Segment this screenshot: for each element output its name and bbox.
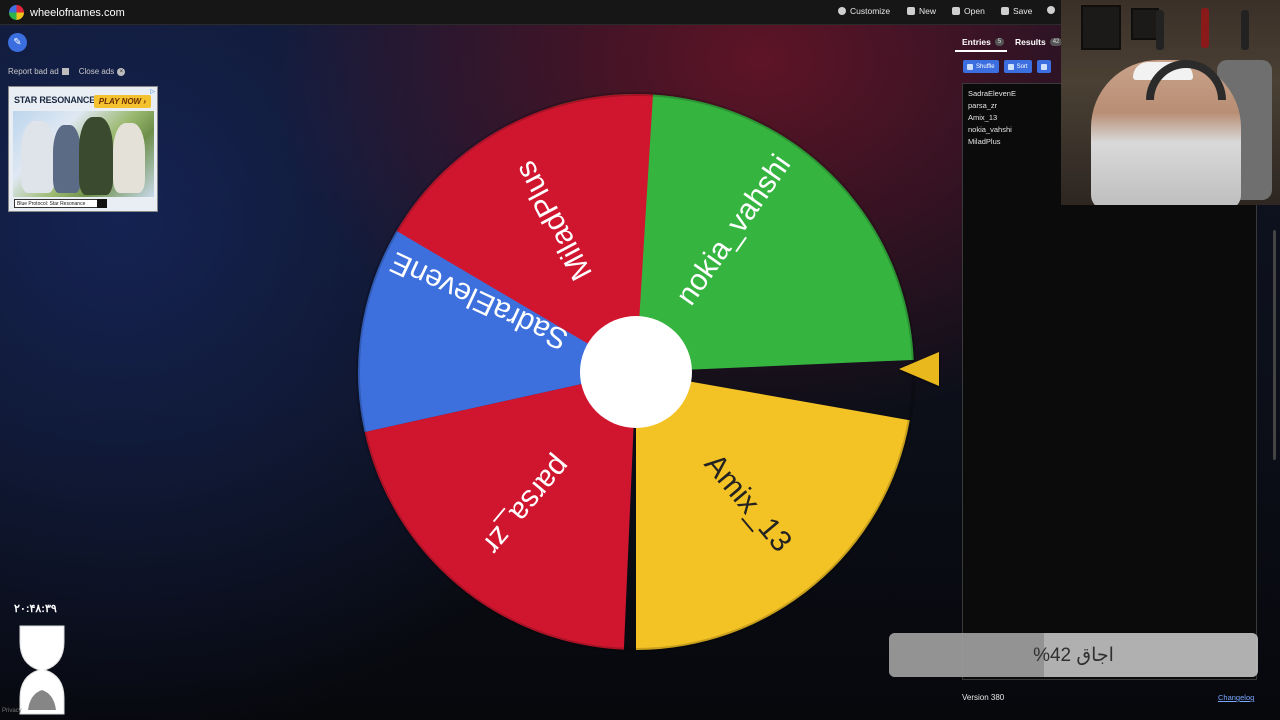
ad-links: Report bad ad Close ads × xyxy=(8,67,126,76)
shuffle-icon xyxy=(967,63,973,70)
tab-entries-label: Entries xyxy=(962,37,991,47)
customize-button[interactable]: Customize xyxy=(838,6,890,16)
site-name: wheelofnames.com xyxy=(30,6,125,19)
ad-info-icon[interactable]: ▷ xyxy=(150,88,155,95)
share-icon xyxy=(1047,6,1055,14)
flag-icon xyxy=(61,68,69,76)
new-label: New xyxy=(919,6,937,16)
ad-artwork xyxy=(13,111,154,197)
save-icon xyxy=(1001,7,1009,15)
tab-entries[interactable]: Entries 5 xyxy=(962,37,1005,47)
shuffle-button[interactable]: Shuffle xyxy=(963,60,999,73)
entries-toolbar: Shuffle Sort xyxy=(963,60,1051,73)
ad-caption: Blue Protocol: Star Resonance xyxy=(14,199,101,208)
progress-overlay: اجاق 42% xyxy=(889,633,1258,677)
close-icon: × xyxy=(117,67,126,76)
palette-icon xyxy=(838,7,846,15)
version-text: Version 380 xyxy=(962,693,1005,702)
active-tab-indicator xyxy=(955,50,1007,52)
wheel-pointer-icon xyxy=(899,352,939,386)
save-button[interactable]: Save xyxy=(1001,6,1032,16)
privacy-link[interactable]: Privacy xyxy=(2,708,22,714)
customize-label: Customize xyxy=(850,6,891,16)
wheel-svg[interactable]: SadraElevenEparsa_zr Amix_13nokia_vahshiM… xyxy=(356,92,916,652)
image-button[interactable] xyxy=(1036,60,1051,73)
webcam-overlay xyxy=(1061,0,1280,205)
brand[interactable]: wheelofnames.com xyxy=(9,5,125,20)
pencil-icon: ✎ xyxy=(13,37,22,48)
ad-banner[interactable]: STAR RESONANCE PLAY NOW › ▷ Blue Protoco… xyxy=(8,86,158,212)
edit-pencil-button[interactable]: ✎ xyxy=(8,33,27,52)
wheel[interactable]: SadraElevenE parsa_zr Amix_13 nokia_vahshi M… xyxy=(356,92,916,652)
file-icon xyxy=(907,7,915,15)
new-button[interactable]: New xyxy=(907,6,936,16)
changelog-link[interactable]: Changelog xyxy=(1218,693,1254,702)
sort-icon xyxy=(1007,63,1014,70)
open-button[interactable]: Open xyxy=(952,6,985,16)
shuffle-label: Shuffle xyxy=(976,63,995,70)
sort-button[interactable]: Sort xyxy=(1003,60,1032,73)
share-button[interactable] xyxy=(1047,6,1055,14)
ad-play-button[interactable]: PLAY NOW › xyxy=(93,95,151,108)
hourglass-icon xyxy=(19,625,65,715)
entries-count-badge: 5 xyxy=(994,38,1005,46)
progress-text: اجاق 42% xyxy=(1033,644,1114,666)
folder-icon xyxy=(952,7,960,15)
sort-label: Sort xyxy=(1016,63,1028,70)
image-icon xyxy=(1040,63,1047,70)
clock-text: ۲۰:۴۸:۳۹ xyxy=(14,603,57,615)
close-ads-link[interactable]: Close ads × xyxy=(79,67,126,76)
save-label: Save xyxy=(1013,6,1033,16)
panel-tabs: Entries 5 Results 42 xyxy=(955,30,1065,52)
tab-results-label: Results xyxy=(1015,37,1046,47)
search-icon xyxy=(97,199,107,208)
report-bad-ad-label: Report bad ad xyxy=(8,67,59,76)
open-label: Open xyxy=(964,6,985,16)
close-ads-label: Close ads xyxy=(78,67,115,76)
panel-scrollbar[interactable] xyxy=(1273,230,1276,460)
wheel-logo-icon xyxy=(9,5,24,20)
tab-results[interactable]: Results 42 xyxy=(1015,37,1063,47)
ad-title: STAR RESONANCE xyxy=(14,95,96,105)
wheel-center-hub[interactable] xyxy=(580,316,692,428)
report-bad-ad-link[interactable]: Report bad ad xyxy=(8,67,69,76)
